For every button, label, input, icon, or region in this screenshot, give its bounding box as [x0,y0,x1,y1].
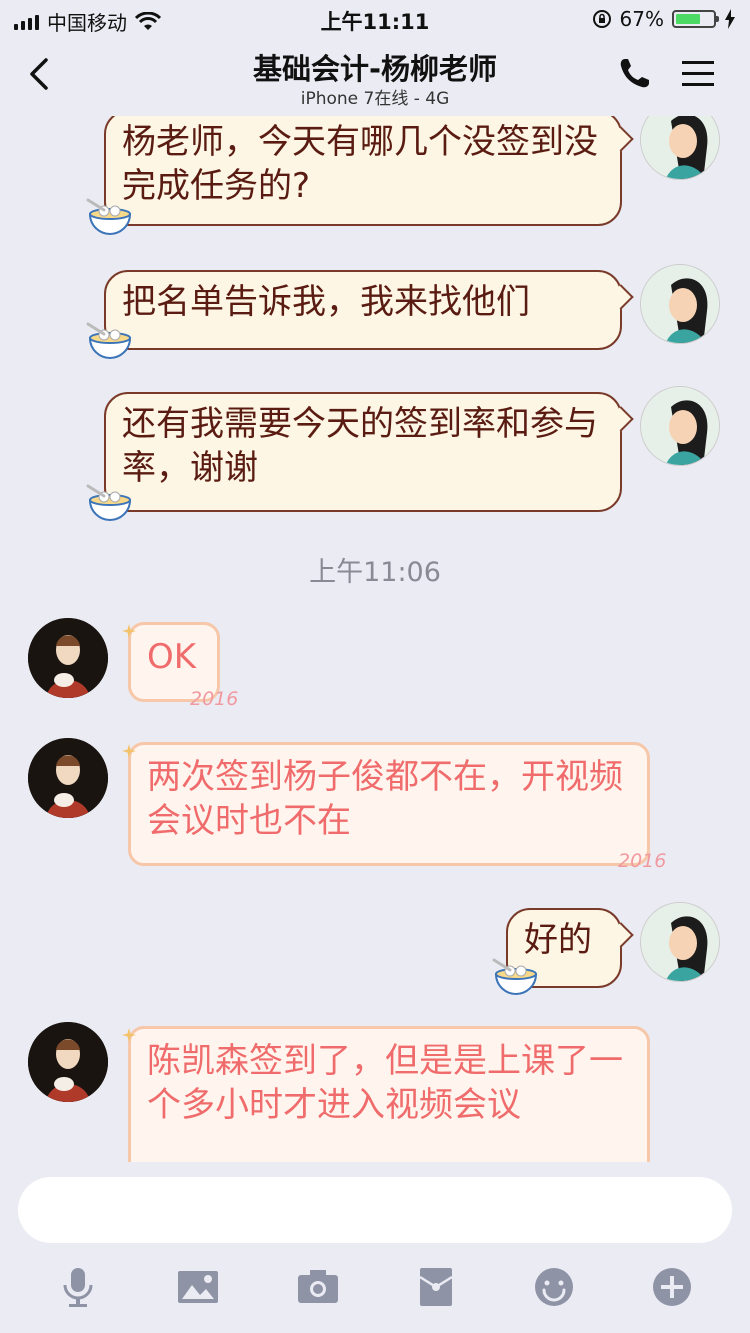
battery-percent: 67% [619,7,664,31]
bowl-decoration-icon [86,484,132,522]
bubble-2016-decoration: 2016 [618,850,667,872]
avatar-illustration [28,738,108,818]
plus-icon[interactable] [650,1265,694,1309]
menu-icon[interactable] [680,58,716,90]
avatar-illustration [641,387,719,465]
avatar-illustration [641,116,719,179]
bowl-decoration-icon [86,198,132,236]
bowl-decoration-icon [492,958,538,996]
battery-icon [672,10,719,28]
message-text: 陈凯森签到了，但是是上课了一个多小时才进入视频会议 [147,1041,623,1125]
avatar-illustration [28,618,108,698]
message-text: 杨老师，今天有哪几个没签到没完成任务的? [122,122,598,206]
message-text: OK [147,637,197,677]
avatar-illustration [641,903,719,981]
message-bubble[interactable]: 把名单告诉我，我来找他们 [104,270,622,350]
message-input[interactable] [18,1177,732,1243]
sparkle-icon [122,1028,136,1042]
message-timestamp: 上午11:06 [309,557,441,588]
avatar[interactable] [640,386,720,466]
image-icon[interactable] [176,1265,220,1309]
emoji-icon[interactable] [532,1265,576,1309]
avatar[interactable] [640,902,720,982]
message-text: 把名单告诉我，我来找他们 [122,282,530,322]
camera-icon[interactable] [296,1265,340,1309]
message-text: 好的 [524,920,592,960]
status-right: 67% [592,7,736,31]
message-text: 还有我需要今天的签到率和参与率，谢谢 [122,404,598,488]
message-bubble[interactable]: 杨老师，今天有哪几个没签到没完成任务的? [104,116,622,226]
red-packet-icon[interactable] [414,1265,458,1309]
sparkle-icon [122,744,136,758]
status-bar: 中国移动 上午11:11 67% [0,0,750,38]
sparkle-icon [122,624,136,638]
composer [0,1162,750,1333]
rotation-lock-icon [592,10,611,28]
battery-fill [676,14,701,24]
avatar-illustration [641,265,719,343]
avatar[interactable] [640,264,720,344]
bubble-2016-decoration: 2016 [190,688,239,710]
message-bubble[interactable]: 还有我需要今天的签到率和参与率，谢谢 [104,392,622,512]
message-text: 两次签到杨子俊都不在，开视频会议时也不在 [147,757,623,841]
avatar[interactable] [28,1022,108,1102]
avatar[interactable] [28,738,108,818]
chat-scroll-area[interactable]: 杨老师，今天有哪几个没签到没完成任务的? 把名单告诉我，我来找他们 还有我需要今… [0,116,750,1162]
charging-bolt-icon [725,9,735,29]
avatar-illustration [28,1022,108,1102]
phone-icon[interactable] [616,56,652,92]
message-bubble[interactable]: 两次签到杨子俊都不在，开视频会议时也不在 [128,742,650,866]
avatar[interactable] [640,116,720,180]
avatar[interactable] [28,618,108,698]
message-bubble[interactable]: 陈凯森签到了，但是是上课了一个多小时才进入视频会议 [128,1026,650,1162]
bowl-decoration-icon [86,322,132,360]
microphone-icon[interactable] [56,1265,100,1309]
nav-bar: 基础会计-杨柳老师 iPhone 7在线 - 4G [0,38,750,116]
